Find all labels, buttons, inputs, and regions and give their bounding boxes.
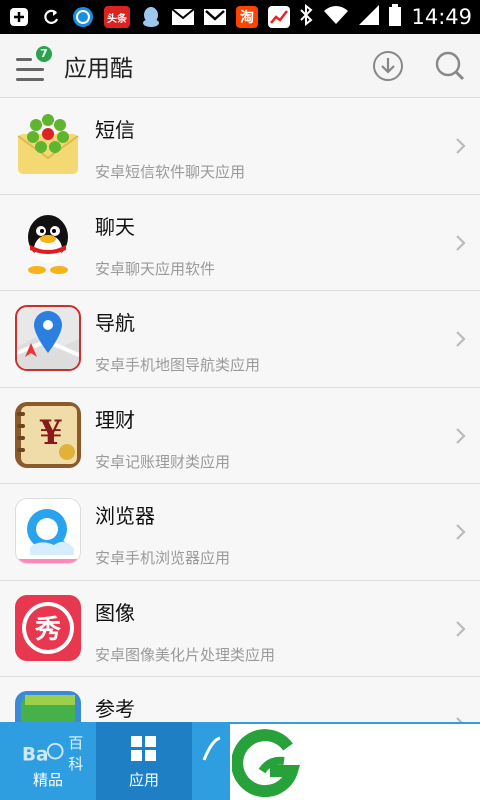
green-g-logo-icon xyxy=(232,729,301,797)
mail-icon xyxy=(172,6,194,28)
clock: 14:49 xyxy=(411,5,472,29)
item-name: 短信 xyxy=(95,118,135,142)
qq-status-icon xyxy=(140,6,162,28)
chevron-right-icon xyxy=(456,620,466,637)
grid-icon xyxy=(131,736,156,761)
reference-card-icon xyxy=(15,691,81,722)
search-icon xyxy=(435,51,465,80)
add-notification-icon xyxy=(8,6,30,28)
item-name: 浏览器 xyxy=(95,504,155,528)
item-desc: 安卓手机浏览器应用 xyxy=(95,549,231,567)
baidu-baike-logo: Ba 百科 xyxy=(22,732,96,774)
item-desc: 安卓短信软件聊天应用 xyxy=(95,163,246,181)
item-desc: 安卓手机地图导航类应用 xyxy=(95,356,261,374)
sync-icon xyxy=(40,6,62,28)
tab-featured[interactable]: Ba 百科 精品 xyxy=(0,722,96,800)
status-bar: 头条 淘 14:49 xyxy=(0,0,480,34)
list-item-navigation[interactable]: 导航 安卓手机地图导航类应用 xyxy=(0,291,480,388)
icq-flower-envelope-icon xyxy=(15,112,81,178)
list-item-reference[interactable]: 参考 xyxy=(0,677,480,722)
ad-banner[interactable] xyxy=(230,724,480,800)
map-pin-icon xyxy=(15,305,81,371)
item-name: 聊天 xyxy=(95,214,135,239)
tab-apps[interactable]: 应用 xyxy=(96,722,192,800)
chevron-right-icon xyxy=(456,234,466,251)
search-button[interactable] xyxy=(434,50,466,82)
list-item-image[interactable]: 秀 图像 安卓图像美化片处理类应用 xyxy=(0,580,480,677)
chevron-right-icon xyxy=(456,427,466,444)
item-name: 导航 xyxy=(95,311,135,335)
yen-glyph: ¥ xyxy=(39,413,63,453)
chevron-right-icon xyxy=(456,331,466,347)
download-button[interactable] xyxy=(372,50,404,82)
item-desc: 安卓记账理财类应用 xyxy=(95,452,231,471)
list-item-browser[interactable]: 浏览器 安卓手机浏览器应用 xyxy=(0,484,480,581)
baidu-paw-icon: Ba xyxy=(22,742,64,765)
signal-icon xyxy=(359,5,380,29)
qq-penguin-icon xyxy=(15,209,81,275)
download-icon xyxy=(373,50,403,81)
bluetooth-icon xyxy=(299,3,313,30)
menu-icon xyxy=(16,57,32,61)
list-item-sms[interactable]: 短信 安卓短信软件聊天应用 xyxy=(0,98,480,195)
notification-badge: 7 xyxy=(34,43,54,64)
item-desc: 安卓聊天应用软件 xyxy=(95,259,216,278)
battery-icon xyxy=(389,4,402,30)
category-list: 短信 安卓短信软件聊天应用 聊天 安卓聊天应用软件 导航 安卓手机地图导航类应用… xyxy=(0,98,480,722)
svg-text:Ba: Ba xyxy=(22,744,49,765)
stock-app-icon xyxy=(268,6,290,28)
browser-q-icon xyxy=(15,498,81,564)
wifi-icon xyxy=(323,5,349,29)
xiu-glyph: 秀 xyxy=(34,615,61,645)
item-desc: 安卓图像美化片处理类应用 xyxy=(95,645,276,664)
menu-icon-bar xyxy=(16,77,44,81)
menu-icon-bar xyxy=(16,67,44,71)
page-title: 应用酷 xyxy=(64,55,133,82)
item-name: 参考 xyxy=(95,697,135,721)
toutiao-app-icon: 头条 xyxy=(104,6,130,28)
list-item-finance[interactable]: ¥ 理财 安卓记账理财类应用 xyxy=(0,387,480,484)
baike-text: 百科 xyxy=(68,734,84,773)
list-item-chat[interactable]: 聊天 安卓聊天应用软件 xyxy=(0,194,480,291)
tab-label: 应用 xyxy=(128,771,159,789)
menu-button[interactable]: 7 xyxy=(14,43,60,86)
taobao-app-icon: 淘 xyxy=(236,6,258,28)
yen-book-icon: ¥ xyxy=(15,401,81,468)
item-name: 理财 xyxy=(95,407,135,432)
chevron-right-icon xyxy=(456,138,466,154)
gmail-icon xyxy=(204,6,226,28)
tab-partial[interactable] xyxy=(192,722,232,800)
item-name: 图像 xyxy=(95,600,135,625)
xiu-photo-icon: 秀 xyxy=(15,594,81,661)
chevron-right-icon xyxy=(456,524,466,540)
partial-tab-icon xyxy=(202,736,221,761)
app-header: 7 应用酷 xyxy=(0,34,480,98)
browser-app-icon xyxy=(72,6,94,28)
